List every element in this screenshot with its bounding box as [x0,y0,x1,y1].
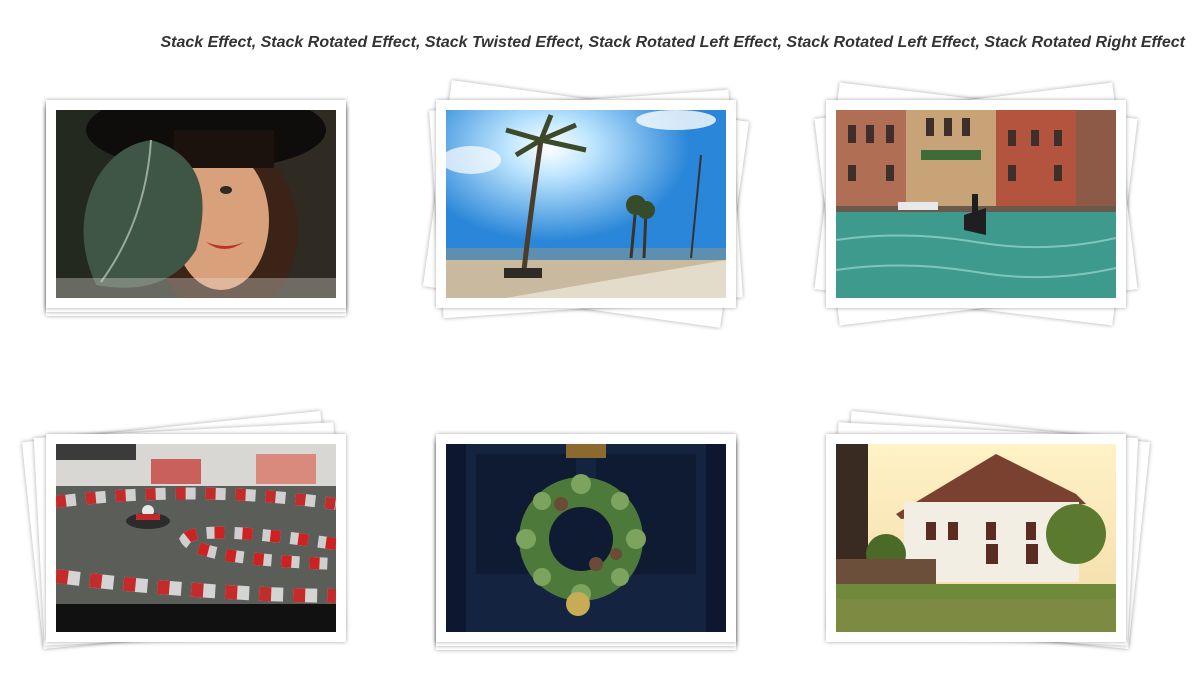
photo-frame [826,100,1126,308]
photo-frame [46,100,346,308]
white-house-photo [836,444,1116,632]
photo-frame [46,434,346,642]
stack-twisted-effect-card[interactable] [814,82,1138,326]
stack-rotated-left-effect-card[interactable] [436,434,736,650]
photo-frame [826,434,1126,642]
christmas-wreath-photo [446,444,726,632]
stack-rotated-left-effect-card[interactable] [21,410,346,650]
palm-beach-photo [446,110,726,298]
photo-frame [436,100,736,308]
page-title: Stack Effect, Stack Rotated Effect, Stac… [160,34,1185,51]
stack-rotated-right-effect-card[interactable] [826,410,1151,650]
stack-effect-card[interactable] [46,100,346,316]
stack-rotated-effect-card[interactable] [422,80,750,328]
go-kart-track-photo [56,444,336,632]
venice-canal-photo [836,110,1116,298]
photo-frame [436,434,736,642]
woman-with-leaf-photo [56,110,336,298]
